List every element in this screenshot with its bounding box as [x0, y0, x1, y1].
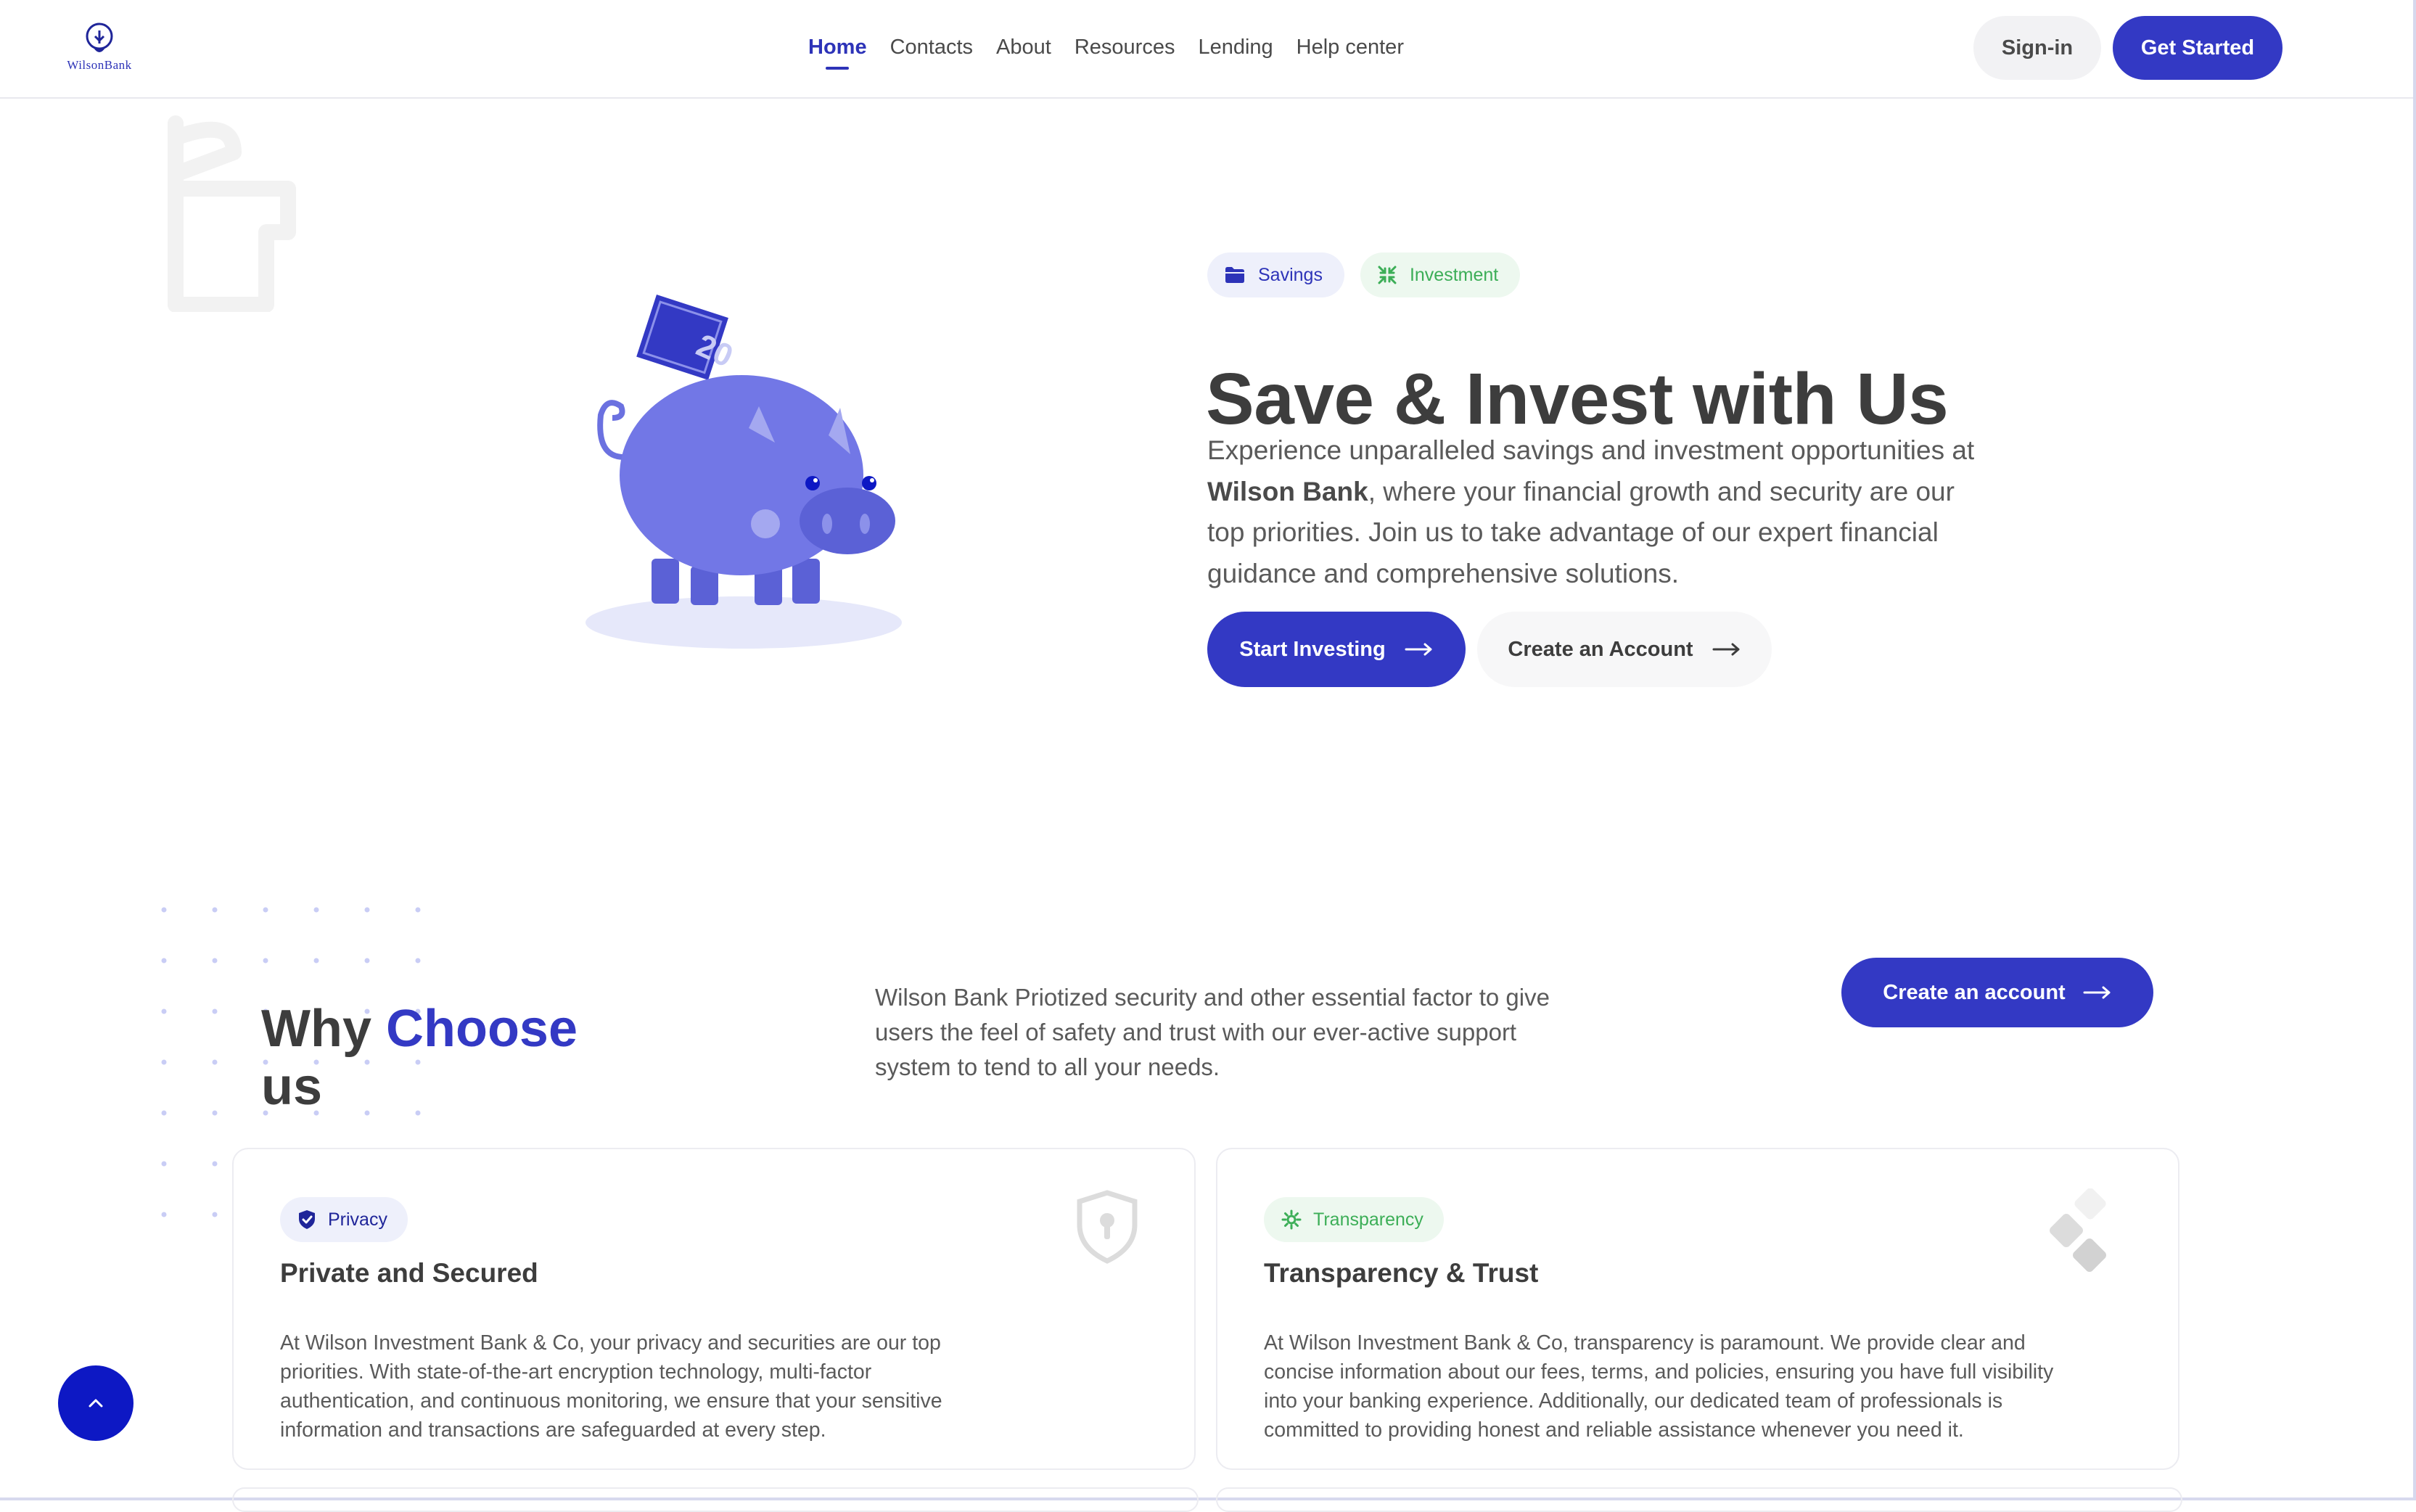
- signin-button[interactable]: Sign-in: [1973, 16, 2101, 80]
- arrow-right-icon: [1405, 643, 1432, 656]
- card-transparency-description: At Wilson Investment Bank & Co, transpar…: [1264, 1331, 2054, 1442]
- card-privacy-description: At Wilson Investment Bank & Co, your pri…: [280, 1331, 942, 1442]
- why-title-accent: Choose: [385, 999, 578, 1058]
- create-an-account-label: Create an account: [1883, 980, 2066, 1004]
- compress-icon: [1378, 266, 1397, 284]
- scroll-to-top-button[interactable]: [58, 1365, 133, 1441]
- chip-savings[interactable]: Savings: [1207, 252, 1344, 297]
- shield-check-icon: [299, 1210, 315, 1229]
- hero-chips: Savings Investment: [1207, 252, 1521, 297]
- logo-text: WilsonBank: [67, 58, 132, 72]
- card-chip-transparency-label: Transparency: [1313, 1209, 1423, 1230]
- chip-investment[interactable]: Investment: [1360, 252, 1521, 297]
- start-investing-label: Start Investing: [1239, 637, 1386, 661]
- create-account-label: Create an Account: [1508, 637, 1693, 661]
- nav-home[interactable]: Home: [808, 32, 867, 67]
- hero-description: Experience unparalleled savings and inve…: [1207, 430, 1976, 594]
- arrow-right-icon: [1712, 643, 1740, 656]
- get-started-button[interactable]: Get Started: [2113, 16, 2283, 80]
- card-stub-left: [232, 1487, 1199, 1512]
- card-chip-privacy: Privacy: [280, 1197, 408, 1242]
- piggy-bank-illustration: 20: [585, 295, 902, 649]
- card-transparency: Transparency Transparency & Trust At Wil…: [1216, 1148, 2179, 1470]
- create-an-account-button[interactable]: Create an account: [1841, 958, 2153, 1027]
- card-privacy: Privacy Private and Secured At Wilson In…: [232, 1148, 1196, 1470]
- nav-lending[interactable]: Lending: [1198, 32, 1273, 67]
- top-navbar: WilsonBank Home Contacts About Resources…: [0, 0, 2413, 99]
- shield-lock-icon: [1077, 1190, 1138, 1264]
- card-privacy-title: Private and Secured: [280, 1258, 538, 1288]
- chip-investment-label: Investment: [1409, 264, 1499, 285]
- nav-contacts[interactable]: Contacts: [890, 32, 973, 67]
- diamonds-icon: [2050, 1188, 2106, 1272]
- nav-resources[interactable]: Resources: [1075, 32, 1175, 67]
- why-title-part1: Why: [261, 999, 386, 1058]
- money-bag-decoration-icon: [168, 115, 296, 312]
- folder-icon: [1225, 267, 1244, 283]
- chip-savings-label: Savings: [1258, 264, 1323, 285]
- why-choose-us-title: Why Choose us: [261, 1000, 578, 1116]
- hero-desc-bank-name: Wilson Bank: [1207, 476, 1368, 506]
- lightbulb-icon: [86, 22, 113, 52]
- chevron-up-icon: [89, 1399, 103, 1408]
- card-stub-right: [1216, 1487, 2182, 1512]
- nav-about[interactable]: About: [996, 32, 1051, 67]
- gear-icon: [1281, 1209, 1302, 1230]
- card-chip-privacy-label: Privacy: [328, 1209, 387, 1230]
- nav-help-center[interactable]: Help center: [1297, 32, 1404, 67]
- card-transparency-title: Transparency & Trust: [1264, 1258, 1539, 1288]
- card-chip-transparency: Transparency: [1264, 1197, 1444, 1242]
- why-title-part2: us: [261, 1057, 323, 1116]
- start-investing-button[interactable]: Start Investing: [1207, 612, 1466, 687]
- why-description: Wilson Bank Priotized security and other…: [875, 984, 1550, 1080]
- wilsonbank-logo[interactable]: WilsonBank: [59, 20, 139, 75]
- arrow-right-icon: [2083, 986, 2111, 999]
- main-nav: Home Contacts About Resources Lending He…: [808, 32, 1427, 67]
- hero-desc-intro: Experience unparalleled savings and inve…: [1207, 435, 1975, 465]
- create-account-button[interactable]: Create an Account: [1477, 612, 1772, 687]
